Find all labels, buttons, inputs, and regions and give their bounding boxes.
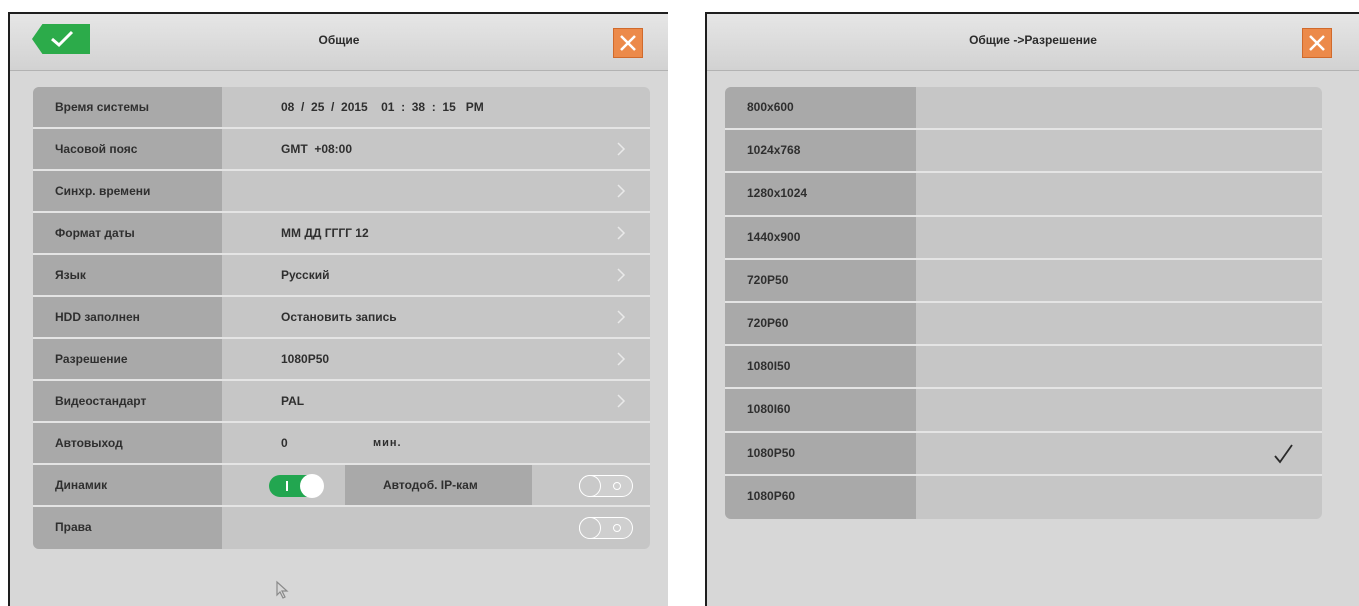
resolution-option[interactable]: 1440x900 xyxy=(725,216,1322,260)
chevron-right-icon xyxy=(617,226,626,240)
chevron-right-icon xyxy=(617,268,626,282)
row-label: Права xyxy=(33,507,222,549)
date-format-row[interactable]: Формат даты ММ ДД ГГГГ 12 xyxy=(33,213,650,255)
row-label: Язык xyxy=(33,255,222,295)
toggle-off-mark xyxy=(613,524,621,532)
chevron-right-icon xyxy=(617,394,626,408)
resolution-title: Общие ->Разрешение xyxy=(969,33,1097,47)
resolution-option-selected[interactable]: 1080P50 xyxy=(725,432,1322,476)
row-label: Синхр. времени xyxy=(33,171,222,211)
system-time-value[interactable]: 08 / 25 / 2015 01 : 38 : 15 PM xyxy=(281,87,484,127)
speaker-row: Динамик Автодоб. IP-кам xyxy=(33,465,650,507)
resolution-option-label: 1080P50 xyxy=(725,432,916,474)
resolution-option-label: 1280x1024 xyxy=(725,173,916,215)
row-label: Часовой пояс xyxy=(33,129,222,169)
close-icon xyxy=(1309,35,1325,51)
row-label: Время системы xyxy=(33,87,222,127)
rights-toggle[interactable] xyxy=(579,517,633,539)
toggle-knob xyxy=(300,474,324,498)
auto-ipcam-toggle[interactable] xyxy=(579,475,633,497)
video-standard-value: PAL xyxy=(281,394,305,408)
speaker-toggle[interactable] xyxy=(269,474,324,498)
row-label: Динамик xyxy=(33,465,222,505)
general-settings-list: Время системы 08 / 25 / 2015 01 : 38 : 1… xyxy=(33,87,650,549)
row-label: Разрешение xyxy=(33,339,222,379)
row-label: HDD заполнен xyxy=(33,297,222,337)
timezone-row[interactable]: Часовой пояс GMT +08:00 xyxy=(33,129,650,171)
resolution-option[interactable]: 800x600 xyxy=(725,87,1322,131)
general-settings-panel: Общие Время системы 08 / 25 / 2015 01 : … xyxy=(8,12,668,606)
resolution-option[interactable]: 1280x1024 xyxy=(725,173,1322,217)
resolution-panel: Общие ->Разрешение 800x600 1024x768 1280… xyxy=(705,12,1359,606)
autoexit-row[interactable]: Автовыход 0 мин. xyxy=(33,423,650,465)
resolution-option-label: 800x600 xyxy=(725,87,916,129)
time-sync-row[interactable]: Синхр. времени xyxy=(33,171,650,213)
resolution-value: 1080P50 xyxy=(281,352,330,366)
hdd-full-value: Остановить запись xyxy=(281,310,397,324)
row-label: Видеостандарт xyxy=(33,381,222,421)
general-title-bar: Общие xyxy=(10,14,668,71)
resolution-option[interactable]: 1080I60 xyxy=(725,389,1322,433)
toggle-knob xyxy=(579,475,601,497)
row-label: Автовыход xyxy=(33,423,222,463)
resolution-option[interactable]: 1080P60 xyxy=(725,475,1322,519)
date-format-value: ММ ДД ГГГГ 12 xyxy=(281,226,369,240)
toggle-on-mark xyxy=(286,481,288,491)
system-time-row[interactable]: Время системы 08 / 25 / 2015 01 : 38 : 1… xyxy=(33,87,650,129)
selected-check-icon xyxy=(1274,443,1293,463)
resolution-option-label: 1080I50 xyxy=(725,346,916,388)
video-standard-row[interactable]: Видеостандарт PAL xyxy=(33,381,650,423)
chevron-right-icon xyxy=(617,184,626,198)
resolution-option-label: 1080P60 xyxy=(725,475,916,519)
resolution-title-bar: Общие ->Разрешение xyxy=(707,14,1359,71)
general-title: Общие xyxy=(318,33,360,47)
hdd-full-row[interactable]: HDD заполнен Остановить запись xyxy=(33,297,650,339)
language-value: Русский xyxy=(281,268,330,282)
resolution-option-label: 1080I60 xyxy=(725,389,916,431)
close-icon xyxy=(620,35,636,51)
autoexit-unit: мин. xyxy=(373,437,402,449)
resolution-option[interactable]: 1080I50 xyxy=(725,346,1322,390)
chevron-right-icon xyxy=(617,142,626,156)
resolution-list: 800x600 1024x768 1280x1024 1440x900 720P… xyxy=(725,87,1322,519)
resolution-option[interactable]: 1024x768 xyxy=(725,130,1322,174)
resolution-option[interactable]: 720P50 xyxy=(725,259,1322,303)
mouse-cursor-icon xyxy=(276,580,289,599)
chevron-right-icon xyxy=(617,310,626,324)
language-row[interactable]: Язык Русский xyxy=(33,255,650,297)
close-button[interactable] xyxy=(1302,28,1332,58)
resolution-option-label: 720P60 xyxy=(725,302,916,345)
timezone-value: GMT +08:00 xyxy=(281,142,353,156)
row-label: Автодоб. IP-кам xyxy=(345,465,532,505)
autoexit-value[interactable]: 0 xyxy=(281,423,288,463)
resolution-option[interactable]: 720P60 xyxy=(725,302,1322,347)
toggle-knob xyxy=(579,517,601,539)
resolution-row[interactable]: Разрешение 1080P50 xyxy=(33,339,650,381)
close-button[interactable] xyxy=(613,28,643,58)
rights-row: Права xyxy=(33,507,650,549)
chevron-right-icon xyxy=(617,352,626,366)
resolution-option-label: 1024x768 xyxy=(725,130,916,172)
toggle-off-mark xyxy=(613,482,621,490)
row-label: Формат даты xyxy=(33,213,222,253)
resolution-option-label: 1440x900 xyxy=(725,216,916,258)
resolution-option-label: 720P50 xyxy=(725,259,916,301)
